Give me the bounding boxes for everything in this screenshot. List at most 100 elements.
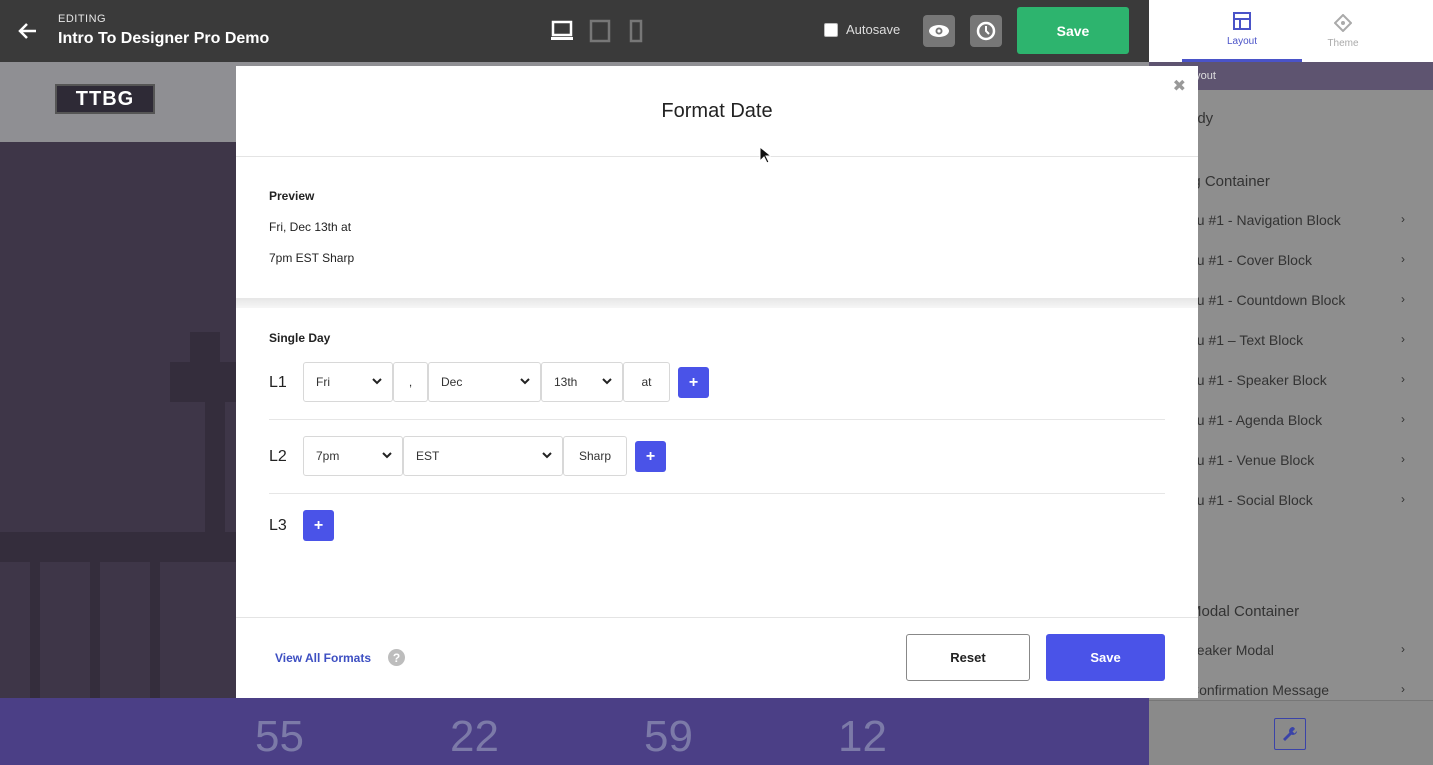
sidebar-item-label: du #1 - Venue Block	[1189, 452, 1315, 468]
timezone-select-value: EST	[416, 449, 440, 463]
chevron-right-icon: ›	[1401, 492, 1405, 506]
countdown-hours: 22	[450, 712, 499, 761]
chevron-down-icon	[372, 378, 382, 385]
countdown-minutes: 59	[644, 712, 693, 761]
line-2-label: L2	[269, 448, 287, 465]
text-input-at[interactable]: at	[623, 362, 670, 402]
project-title: Intro To Designer Pro Demo	[58, 30, 270, 47]
preview-label: Preview	[269, 189, 315, 203]
sidebar-item-label: du #1 - Speaker Block	[1189, 372, 1327, 388]
sidebar-item-social[interactable]: du #1 - Social Block ›	[1189, 492, 1433, 508]
date-select[interactable]: 13th	[541, 362, 623, 402]
tab-layout-label: Layout	[1226, 36, 1258, 47]
sidebar-item-label: du #1 – Text Block	[1189, 332, 1304, 348]
tablet-view-icon[interactable]	[588, 19, 612, 43]
site-logo: TTBG	[55, 84, 155, 114]
countdown-seconds: 12	[838, 712, 887, 761]
day-select[interactable]: Fri	[303, 362, 393, 402]
chevron-down-icon	[382, 452, 392, 459]
text-input-sharp[interactable]: Sharp	[563, 436, 627, 476]
sidebar-item-venue[interactable]: du #1 - Venue Block ›	[1189, 452, 1433, 468]
close-icon[interactable]: ✖	[1173, 76, 1186, 96]
chevron-down-icon	[542, 452, 552, 459]
sidebar-item-cover[interactable]: du #1 - Cover Block ›	[1189, 252, 1433, 268]
countdown-days: 55	[255, 712, 304, 761]
chevron-right-icon: ›	[1401, 252, 1405, 266]
sidebar-item-label: du #1 - Social Block	[1189, 492, 1313, 508]
save-button[interactable]: Save	[1017, 7, 1129, 54]
chevron-down-icon	[602, 378, 612, 385]
separator-input[interactable]: ,	[393, 362, 428, 402]
add-l3-button[interactable]: +	[303, 510, 334, 541]
date-select-value: 13th	[554, 375, 578, 389]
tab-theme-label: Theme	[1327, 37, 1359, 49]
sidebar-item-navigation[interactable]: du #1 - Navigation Block ›	[1189, 212, 1433, 228]
chevron-right-icon: ›	[1401, 332, 1405, 346]
preview-button[interactable]	[923, 15, 955, 47]
preview-line-1: Fri, Dec 13th at	[269, 220, 352, 234]
chevron-right-icon: ›	[1401, 212, 1405, 226]
row-divider	[269, 419, 1165, 420]
countdown-bar	[0, 698, 1149, 765]
chevron-down-icon	[520, 378, 530, 385]
sidebar-item-label: du #1 - Cover Block	[1189, 252, 1312, 268]
sidebar-modal-container[interactable]: Modal Container	[1189, 603, 1433, 620]
month-select[interactable]: Dec	[428, 362, 541, 402]
history-button[interactable]	[970, 15, 1002, 47]
reset-button[interactable]: Reset	[906, 634, 1030, 681]
sidebar-item-speaker-modal[interactable]: peaker Modal ›	[1189, 642, 1433, 658]
time-select-value: 7pm	[316, 449, 340, 463]
editing-label: EDITING	[58, 13, 107, 25]
chevron-right-icon: ›	[1401, 682, 1405, 696]
timezone-select[interactable]: EST	[403, 436, 563, 476]
section-divider	[236, 298, 1198, 308]
back-arrow-icon[interactable]	[16, 19, 40, 43]
theme-icon	[1334, 13, 1352, 32]
month-select-value: Dec	[441, 375, 463, 389]
mouse-cursor-icon	[759, 146, 771, 164]
sidebar-footer	[1149, 700, 1433, 765]
autosave-checkbox[interactable]	[824, 22, 838, 37]
add-l1-button[interactable]: +	[678, 367, 709, 398]
divider	[236, 156, 1198, 157]
desktop-view-icon[interactable]	[550, 19, 574, 43]
row-divider	[269, 493, 1165, 494]
autosave-toggle[interactable]: Autosave	[824, 22, 900, 37]
sidebar-body-label[interactable]: ody	[1189, 110, 1433, 127]
sidebar-item-agenda[interactable]: du #1 - Agenda Block ›	[1189, 412, 1433, 428]
sidebar-item-speaker[interactable]: du #1 - Speaker Block ›	[1189, 372, 1433, 388]
divider	[236, 617, 1198, 618]
sidebar-tabs: Layout Theme	[1149, 0, 1433, 62]
chevron-right-icon: ›	[1401, 412, 1405, 426]
autosave-label: Autosave	[846, 22, 901, 37]
sidebar-item-label: peaker Modal	[1189, 642, 1274, 658]
sidebar-item-countdown[interactable]: du #1 - Countdown Block ›	[1189, 292, 1433, 308]
tab-theme[interactable]: Theme	[1283, 0, 1403, 62]
sidebar-item-label: du #1 - Navigation Block	[1189, 212, 1341, 228]
history-icon	[976, 21, 996, 41]
sidebar-item-label: Confirmation Message	[1189, 682, 1330, 698]
view-all-formats-link[interactable]: View All Formats	[275, 651, 371, 665]
chevron-right-icon: ›	[1401, 372, 1405, 386]
modal-save-button[interactable]: Save	[1046, 634, 1165, 681]
mobile-view-icon[interactable]	[624, 19, 648, 43]
format-date-modal: Format Date ✖ Preview Fri, Dec 13th at 7…	[236, 66, 1198, 698]
pier-image	[0, 332, 250, 698]
day-select-value: Fri	[316, 375, 330, 389]
chevron-right-icon: ›	[1401, 642, 1405, 656]
sidebar-item-confirmation[interactable]: Confirmation Message ›	[1189, 682, 1433, 698]
top-bar: EDITING Intro To Designer Pro Demo Autos…	[0, 0, 1149, 62]
sidebar-item-label: du #1 - Agenda Block	[1189, 412, 1323, 428]
time-select[interactable]: 7pm	[303, 436, 403, 476]
help-icon[interactable]: ?	[388, 649, 405, 666]
line-1-label: L1	[269, 374, 287, 391]
line-3-label: L3	[269, 517, 287, 534]
sidebar-item-text[interactable]: du #1 – Text Block ›	[1189, 332, 1433, 348]
settings-button[interactable]	[1274, 718, 1306, 750]
add-l2-button[interactable]: +	[635, 441, 666, 472]
sidebar-item-label: du #1 - Countdown Block	[1189, 292, 1346, 308]
preview-line-2: 7pm EST Sharp	[269, 251, 355, 265]
modal-title: Format Date	[661, 100, 773, 122]
chevron-right-icon: ›	[1401, 452, 1405, 466]
sidebar-group-container[interactable]: ig Container	[1189, 173, 1433, 190]
